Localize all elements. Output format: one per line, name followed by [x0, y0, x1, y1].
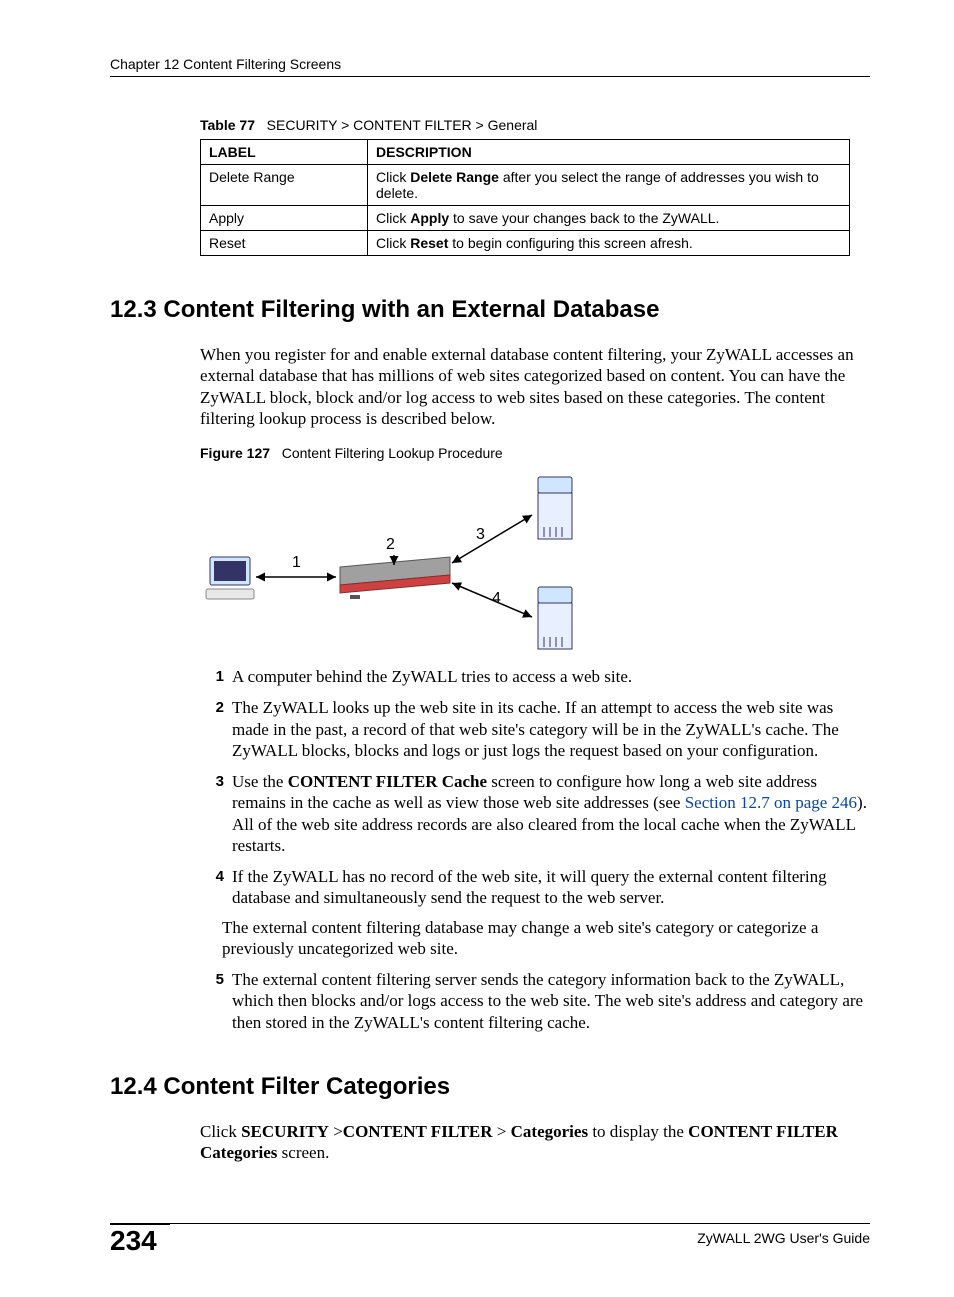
section-12-4-heading: 12.4 Content Filter Categories	[110, 1073, 870, 1101]
list-note: The external content filtering database …	[222, 917, 870, 960]
table-row: Apply Click Apply to save your changes b…	[201, 206, 850, 231]
router-icon	[340, 557, 450, 599]
server-icon-bottom	[538, 587, 572, 649]
section-12-3-intro: When you register for and enable externa…	[200, 344, 870, 429]
th-label: LABEL	[201, 140, 368, 165]
guide-title: ZyWALL 2WG User's Guide	[170, 1223, 870, 1250]
cell-label: Reset	[201, 231, 368, 256]
table-77-caption: Table 77 SECURITY > CONTENT FILTER > Gen…	[200, 117, 870, 133]
page-number: 234	[110, 1223, 170, 1257]
list-item: 2 The ZyWALL looks up the web site in it…	[200, 697, 870, 761]
list-item: 3 Use the CONTENT FILTER Cache screen to…	[200, 771, 870, 856]
diagram-label-1: 1	[292, 554, 301, 571]
procedure-list-cont: 5 The external content filtering server …	[200, 969, 870, 1033]
figure-127-label: Figure 127	[200, 445, 270, 461]
server-icon-top	[538, 477, 572, 539]
table-row: Delete Range Click Delete Range after yo…	[201, 165, 850, 206]
section-12-3-heading: 12.3 Content Filtering with an External …	[110, 296, 870, 324]
cell-label: Delete Range	[201, 165, 368, 206]
figure-127-diagram: 1 2 3 4	[200, 467, 600, 652]
figure-127-caption: Figure 127 Content Filtering Lookup Proc…	[200, 445, 870, 461]
table-77-label: Table 77	[200, 117, 255, 133]
arrow-3	[452, 515, 532, 563]
procedure-list: 1 A computer behind the ZyWALL tries to …	[200, 666, 870, 909]
table-77-caption-text: SECURITY > CONTENT FILTER > General	[267, 117, 538, 133]
diagram-label-3: 3	[476, 526, 485, 543]
chapter-header: Chapter 12 Content Filtering Screens	[110, 56, 870, 77]
cell-desc: Click Reset to begin configuring this sc…	[368, 231, 850, 256]
cell-desc: Click Apply to save your changes back to…	[368, 206, 850, 231]
page-footer: 234 ZyWALL 2WG User's Guide	[110, 1223, 870, 1257]
cell-desc: Click Delete Range after you select the …	[368, 165, 850, 206]
section-12-4-intro: Click SECURITY >CONTENT FILTER > Categor…	[200, 1121, 870, 1164]
table-77: LABEL DESCRIPTION Delete Range Click Del…	[200, 139, 850, 256]
list-item: 1 A computer behind the ZyWALL tries to …	[200, 666, 870, 687]
computer-icon	[206, 557, 254, 599]
diagram-label-2: 2	[386, 536, 395, 553]
th-description: DESCRIPTION	[368, 140, 850, 165]
diagram-label-4: 4	[492, 590, 501, 607]
table-row: Reset Click Reset to begin configuring t…	[201, 231, 850, 256]
figure-127-text: Content Filtering Lookup Procedure	[282, 445, 503, 461]
table-header-row: LABEL DESCRIPTION	[201, 140, 850, 165]
list-item: 5 The external content filtering server …	[200, 969, 870, 1033]
cross-reference-link[interactable]: Section 12.7 on page 246	[685, 793, 857, 812]
list-item: 4 If the ZyWALL has no record of the web…	[200, 866, 870, 909]
cell-label: Apply	[201, 206, 368, 231]
